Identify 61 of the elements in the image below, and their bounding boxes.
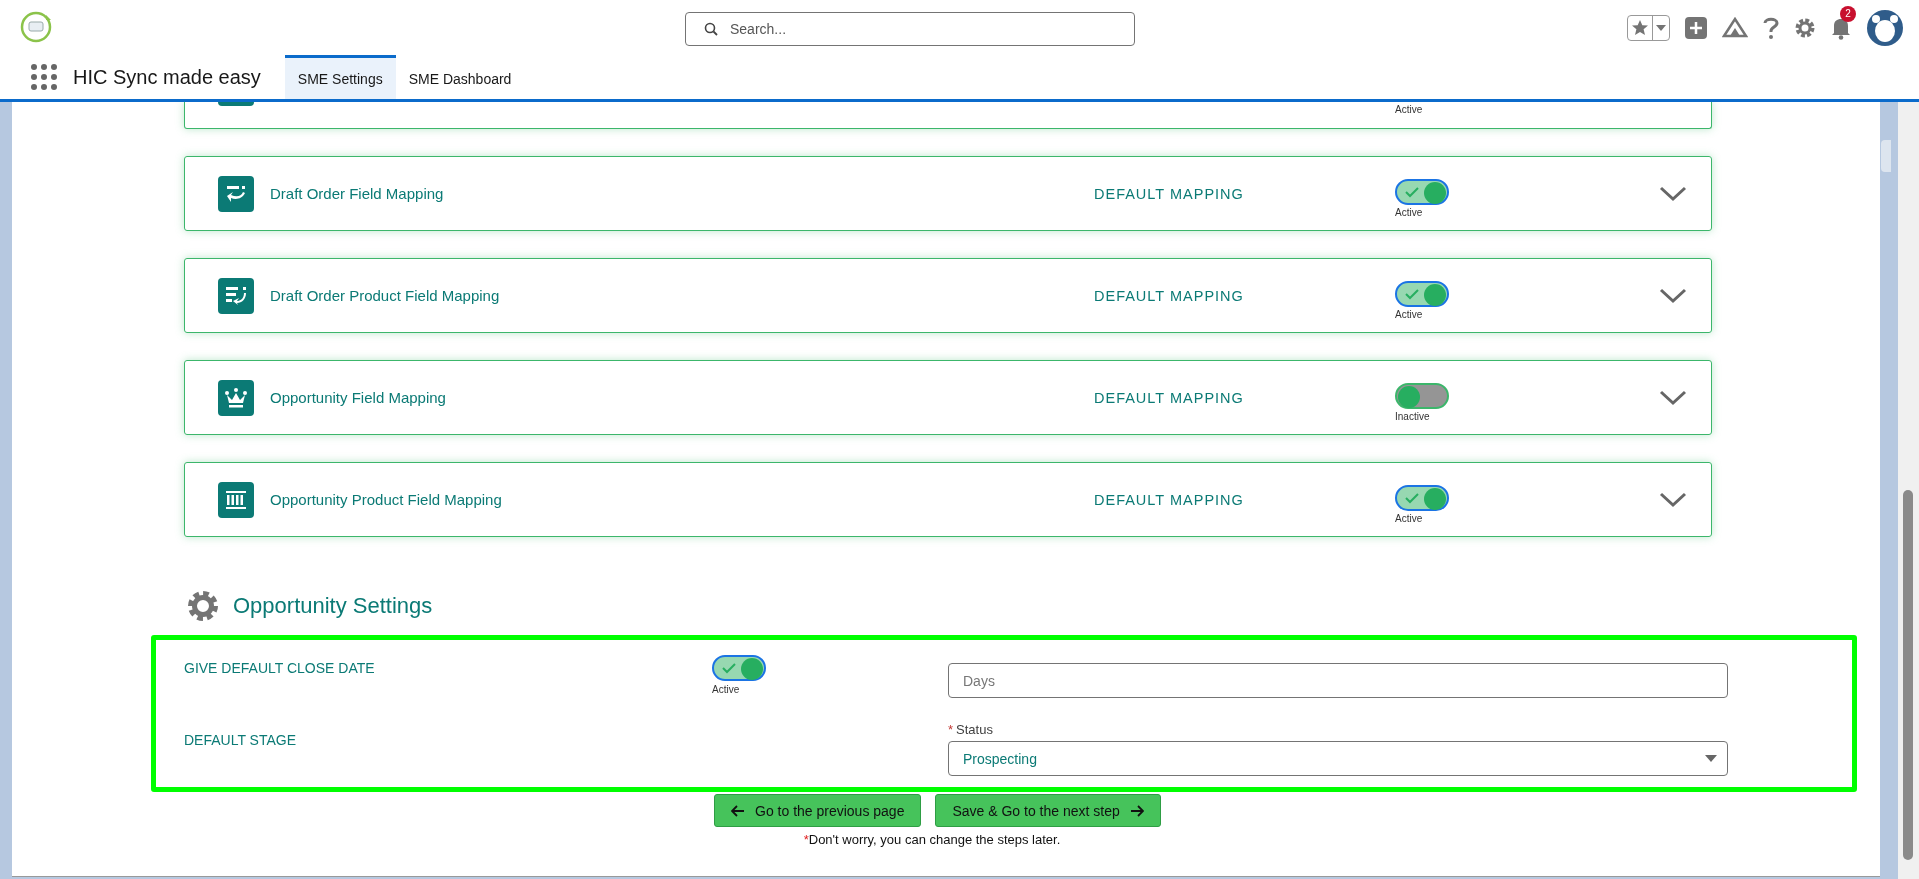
mapping-title: Draft Order Field Mapping: [270, 185, 445, 202]
arrow-right-icon: [1129, 804, 1144, 817]
mapping-title: Opportunity Field Mapping: [270, 389, 447, 406]
nav-tab[interactable]: SME Dashboard: [395, 55, 525, 99]
crown-icon: [224, 385, 248, 410]
avatar[interactable]: [1866, 8, 1904, 47]
app-logo: [20, 10, 54, 44]
toggle-switch[interactable]: [1395, 179, 1449, 205]
mapping-type: DEFAULT MAPPING: [1094, 491, 1245, 508]
check-icon: [1405, 187, 1419, 198]
field-label: Status: [956, 722, 993, 737]
status-dropdown[interactable]: Prospecting: [948, 741, 1728, 776]
nav-tab[interactable]: SME Settings: [284, 55, 396, 99]
star-icon: [1631, 19, 1649, 36]
toggle-switch[interactable]: [712, 655, 766, 681]
setting-label: DEFAULT STAGE: [184, 731, 298, 750]
favorites-button[interactable]: [1627, 14, 1670, 41]
toggle-status: Active: [1395, 309, 1423, 320]
app-name: HIC Sync made easy: [73, 65, 261, 89]
panel-handle[interactable]: [1881, 140, 1891, 172]
search-input[interactable]: Search...: [728, 20, 1112, 38]
app-launcher-icon[interactable]: [30, 64, 58, 90]
gear-icon: [186, 589, 220, 623]
chevron-down-icon[interactable]: [1659, 287, 1687, 304]
toggle-status: Active: [1395, 513, 1423, 524]
search-field[interactable]: Search...: [685, 12, 1135, 46]
arrow-left-icon: [731, 804, 745, 817]
check-icon: [722, 663, 736, 674]
chevron-down-icon[interactable]: [1659, 185, 1687, 202]
mapping-title: Opportunity Product Field Mapping: [270, 491, 503, 508]
mapping-type: DEFAULT MAPPING: [1094, 389, 1245, 406]
toggle-status: Active: [712, 684, 740, 695]
chevron-down-icon[interactable]: [1659, 389, 1687, 406]
section-heading: Opportunity Settings: [233, 593, 433, 619]
check-icon: [1405, 493, 1419, 504]
chevron-down-icon[interactable]: [1659, 491, 1687, 508]
help-icon[interactable]: [1762, 15, 1780, 40]
next-button[interactable]: Save & Go to the next step: [935, 794, 1161, 827]
setting-label: GIVE DEFAULT CLOSE DATE: [184, 659, 376, 678]
toggle-switch[interactable]: [1395, 485, 1449, 511]
days-field[interactable]: Days: [948, 663, 1728, 698]
back-button[interactable]: Go to the previous page: [714, 794, 922, 827]
caret-icon: [1705, 755, 1717, 762]
toggle-status: Active: [1395, 207, 1423, 218]
settings-icon[interactable]: [1794, 16, 1816, 39]
mountain-icon[interactable]: [1722, 16, 1748, 39]
mapping-title: Draft Order Product Field Mapping: [270, 287, 501, 304]
plus-icon[interactable]: [1684, 15, 1708, 40]
search-icon: [704, 22, 718, 36]
mapping-type: DEFAULT MAPPING: [1094, 287, 1245, 304]
toggle-status: Inactive: [1395, 411, 1430, 422]
scrollbar-thumb[interactable]: [1903, 490, 1913, 860]
footnote: *Don't worry, you can change the steps later.: [803, 832, 1061, 847]
check-icon: [1405, 289, 1419, 300]
required-mark: *: [948, 722, 954, 737]
mapping-type: DEFAULT MAPPING: [1094, 185, 1245, 202]
caret-icon: [1656, 24, 1666, 31]
toggle-switch[interactable]: [1395, 281, 1449, 307]
toggle-switch[interactable]: [1395, 383, 1449, 409]
notification-badge: 2: [1840, 5, 1856, 22]
toggle-status: Active: [1395, 104, 1423, 115]
